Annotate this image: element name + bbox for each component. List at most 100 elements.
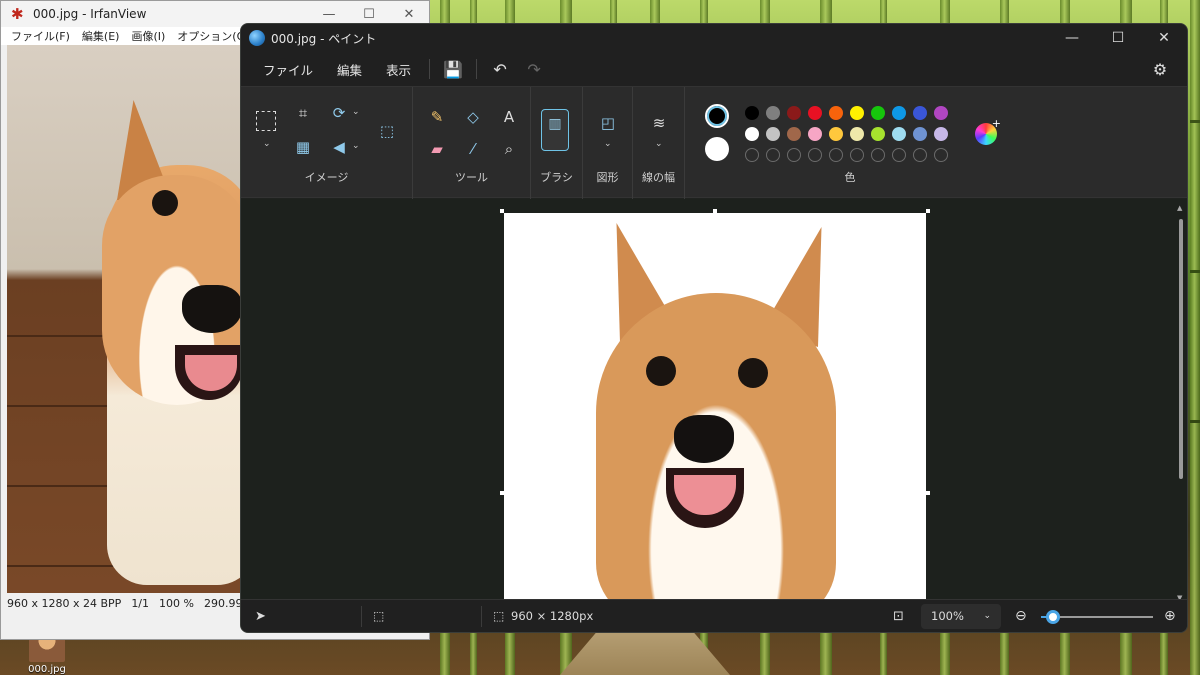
custom-color-slot[interactable] (766, 148, 780, 162)
canvas-size: 960 × 1280px (511, 609, 594, 623)
custom-color-slot[interactable] (871, 148, 885, 162)
pointer-icon: ➤ (255, 609, 266, 624)
zoom-value: 100% (931, 609, 964, 623)
image-select-icon[interactable]: ⬚ (375, 119, 399, 143)
custom-color-slot[interactable] (808, 148, 822, 162)
menu-edit[interactable]: 編集 (325, 60, 374, 79)
custom-color-slot[interactable] (745, 148, 759, 162)
menu-view[interactable]: 表示 (374, 60, 423, 79)
paint-title: 000.jpg - ペイント (271, 31, 377, 46)
custom-color-slot[interactable] (913, 148, 927, 162)
zoom-dropdown[interactable]: 100% ⌄ (921, 604, 1001, 629)
color-picker-icon[interactable]: ⁄ (461, 137, 485, 161)
chevron-down-icon: ⌄ (983, 611, 991, 621)
palette-color-swatch[interactable] (892, 106, 906, 120)
secondary-color-swatch[interactable] (705, 137, 729, 161)
ribbon: ⌄ ⌗ ▦ ⟳ ⌄ ◀ ⌄ ⬚ イメージ ✎ ◇ A ▰ ⁄ ⌕ ツール ▥ ブ… (241, 86, 1187, 199)
palette-color-swatch[interactable] (766, 106, 780, 120)
maximize-button[interactable]: ☐ (349, 7, 389, 22)
close-button[interactable]: ✕ (389, 7, 429, 22)
paint-statusbar: ➤ ⬚ ⬚ 960 × 1280px ⊡ 100% ⌄ ⊖ ⊕ (241, 599, 1187, 632)
minimize-button[interactable]: — (1049, 30, 1095, 46)
selection-icon: ⬚ (373, 609, 385, 623)
group-label-tools: ツール (455, 171, 488, 184)
palette-color-swatch[interactable] (892, 127, 906, 141)
chevron-down-icon[interactable]: ⌄ (604, 139, 612, 149)
brush-icon[interactable]: ▥ (541, 109, 569, 151)
palette-color-swatch[interactable] (829, 127, 843, 141)
undo-icon[interactable]: ↶ (483, 60, 517, 79)
rotate-icon[interactable]: ⟳ (327, 101, 351, 125)
menu-image[interactable]: 画像(I) (131, 28, 165, 44)
custom-color-slot[interactable] (850, 148, 864, 162)
palette-color-swatch[interactable] (913, 127, 927, 141)
pencil-icon[interactable]: ✎ (425, 105, 449, 129)
maximize-button[interactable]: ☐ (1095, 30, 1141, 46)
paint-menubar: ファイル 編集 表示 💾 ↶ ↷ ⚙ (241, 52, 1187, 86)
palette-color-swatch[interactable] (871, 106, 885, 120)
zoom-info: 100 % (159, 596, 194, 610)
close-button[interactable]: ✕ (1141, 30, 1187, 46)
zoom-slider-knob[interactable] (1046, 610, 1060, 624)
zoom-slider[interactable] (1041, 610, 1153, 624)
palette-color-swatch[interactable] (787, 106, 801, 120)
resize-handle[interactable] (926, 209, 930, 213)
palette-color-swatch[interactable] (745, 106, 759, 120)
paint-app-icon (249, 30, 265, 46)
chevron-down-icon[interactable]: ⌄ (352, 141, 360, 151)
shapes-icon[interactable]: ◰ (596, 111, 620, 135)
zoom-in-icon[interactable]: ⊕ (1164, 600, 1176, 632)
chevron-down-icon[interactable]: ⌄ (655, 139, 663, 149)
zoom-out-icon[interactable]: ⊖ (1015, 600, 1027, 632)
text-icon[interactable]: A (497, 105, 521, 129)
menu-file[interactable]: ファイル(F) (11, 28, 70, 44)
palette-color-swatch[interactable] (850, 127, 864, 141)
chevron-down-icon[interactable]: ⌄ (263, 139, 271, 149)
resize-handle[interactable] (926, 491, 930, 495)
palette-color-swatch[interactable] (913, 106, 927, 120)
crop-icon[interactable]: ⌗ (291, 101, 315, 125)
settings-icon[interactable]: ⚙ (1143, 60, 1177, 79)
palette-color-swatch[interactable] (787, 127, 801, 141)
group-label-shapes: 図形 (596, 171, 619, 184)
palette-color-swatch[interactable] (871, 127, 885, 141)
redo-icon[interactable]: ↷ (517, 60, 551, 79)
paint-titlebar[interactable]: 000.jpg - ペイント — ☐ ✕ (241, 24, 1187, 52)
drawing-canvas[interactable] (504, 213, 926, 601)
custom-color-slot[interactable] (829, 148, 843, 162)
custom-color-slot[interactable] (787, 148, 801, 162)
eraser-icon[interactable]: ▰ (425, 137, 449, 161)
page-info: 1/1 (131, 596, 150, 610)
irfanview-app-icon: ✱ (11, 5, 24, 23)
fit-to-window-icon[interactable]: ⊡ (893, 600, 904, 632)
palette-color-swatch[interactable] (745, 127, 759, 141)
custom-color-slot[interactable] (892, 148, 906, 162)
resize-icon[interactable]: ▦ (291, 135, 315, 159)
group-label-size: 線の幅 (642, 171, 675, 184)
custom-color-slot[interactable] (934, 148, 948, 162)
palette-color-swatch[interactable] (808, 127, 822, 141)
vertical-scrollbar[interactable]: ▲ ▼ (1177, 204, 1185, 602)
palette-color-swatch[interactable] (934, 127, 948, 141)
magnifier-icon[interactable]: ⌕ (497, 137, 521, 161)
canvas-area[interactable] (241, 199, 1187, 601)
menu-file[interactable]: ファイル (251, 60, 325, 79)
line-width-icon[interactable]: ≋ (647, 111, 671, 135)
group-label-image: イメージ (304, 171, 349, 184)
select-icon[interactable] (256, 111, 276, 131)
flip-icon[interactable]: ◀ (327, 135, 351, 159)
group-image: ⌄ ⌗ ▦ ⟳ ⌄ ◀ ⌄ ⬚ イメージ (241, 87, 413, 199)
palette-color-swatch[interactable] (934, 106, 948, 120)
fill-icon[interactable]: ◇ (461, 105, 485, 129)
edit-colors-icon[interactable] (975, 117, 1001, 145)
chevron-down-icon[interactable]: ⌄ (352, 107, 360, 117)
palette-color-swatch[interactable] (829, 106, 843, 120)
save-icon[interactable]: 💾 (436, 60, 470, 79)
menu-options[interactable]: オプション(O) (177, 28, 249, 44)
primary-color-swatch[interactable] (705, 104, 729, 128)
palette-color-swatch[interactable] (766, 127, 780, 141)
palette-color-swatch[interactable] (808, 106, 822, 120)
palette-color-swatch[interactable] (850, 106, 864, 120)
menu-edit[interactable]: 編集(E) (82, 28, 120, 44)
minimize-button[interactable]: — (309, 7, 349, 22)
